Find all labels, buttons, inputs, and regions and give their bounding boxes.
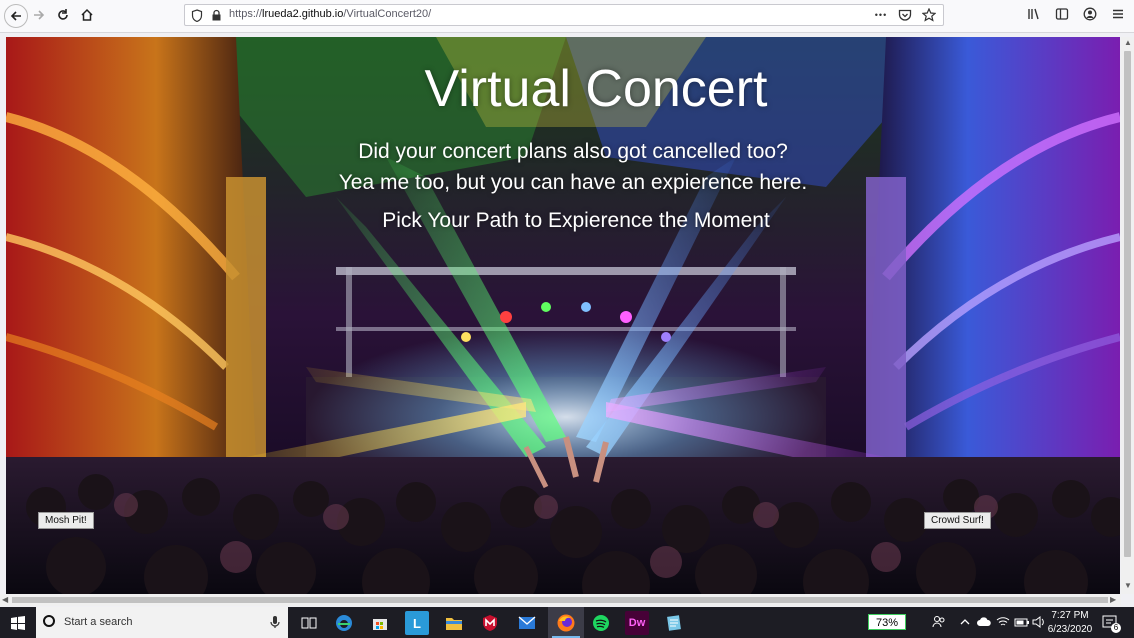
file-explorer-icon[interactable] [442,611,466,635]
page-content: Virtual Concert Did your concert plans a… [6,37,1120,594]
menu-icon[interactable] [1110,6,1126,22]
url-host: lrueda2.github.io [262,8,344,20]
url-path: /VirtualConcert20/ [343,8,432,20]
subtitle-line-1: Did your concert plans also got cancelle… [358,140,788,163]
sidebar-icon[interactable] [1054,6,1070,22]
forward-arrow-icon [34,10,45,20]
lock-icon[interactable] [211,9,222,22]
crowd-surf-button[interactable]: Crowd Surf! [924,512,991,529]
reload-icon [58,9,68,20]
clock-time[interactable]: 7:27 PM [1048,610,1092,621]
mcafee-icon[interactable] [478,611,502,635]
battery-indicator[interactable]: 73% [868,614,906,630]
task-view-icon[interactable] [297,611,321,635]
lexicon-app-icon[interactable]: L [405,611,429,635]
cloud-icon[interactable] [976,616,992,628]
shield-icon[interactable] [191,9,203,22]
back-arrow-icon [10,11,21,21]
notification-count: 6 [1111,623,1121,633]
vertical-scrollbar[interactable]: ▲ ▼ [1121,37,1134,594]
volume-icon[interactable] [1032,615,1046,629]
firefox-icon[interactable] [554,611,578,635]
account-icon[interactable] [1082,6,1098,22]
home-button[interactable] [76,4,98,26]
mosh-pit-button[interactable]: Mosh Pit! [38,512,94,529]
more-icon: ••• [874,10,888,20]
taskbar-search-box[interactable]: Start a search [36,607,288,638]
pocket-icon[interactable] [897,7,913,23]
clock-date[interactable]: 6/23/2020 [1046,624,1094,635]
scroll-left-icon[interactable]: ◀ [2,595,8,604]
horizontal-scroll-thumb[interactable] [12,597,1108,603]
page-title: Virtual Concert [424,60,768,118]
action-center-button[interactable]: 6 [1102,615,1121,636]
wifi-icon[interactable] [996,616,1010,628]
bookmark-star-icon[interactable] [921,7,937,23]
windows-taskbar: Start a search L Dw 73% 7:27 PM 6/23/202… [0,607,1134,638]
spotify-icon[interactable] [589,611,613,635]
home-icon [81,8,93,21]
chevron-up-icon[interactable] [960,618,970,626]
reload-button[interactable] [52,4,74,26]
subtitle-line-3: Pick Your Path to Expierence the Moment [382,209,770,232]
url-text[interactable]: https://lrueda2.github.io/VirtualConcert… [229,8,431,20]
url-prefix: https:// [229,8,263,20]
edge-icon[interactable] [332,611,356,635]
battery-tray-icon[interactable] [1014,616,1030,628]
scroll-right-icon[interactable]: ▶ [1110,595,1116,604]
horizontal-scrollbar[interactable]: ◀ ▶ [0,594,1121,606]
scroll-up-icon[interactable]: ▲ [1124,38,1132,47]
concert-background-image [6,37,1120,594]
start-button[interactable] [0,607,36,638]
search-placeholder: Start a search [64,616,133,628]
search-icon [43,615,55,627]
subtitle-line-2: Yea me too, but you can have an expieren… [338,171,808,194]
forward-button[interactable] [28,4,50,26]
people-icon[interactable] [932,615,946,629]
dreamweaver-icon[interactable]: Dw [625,611,649,635]
microphone-icon[interactable] [270,615,280,629]
store-icon[interactable] [368,611,392,635]
mail-icon[interactable] [515,611,539,635]
windows-logo-icon [11,615,25,630]
address-bar[interactable]: https://lrueda2.github.io/VirtualConcert… [184,4,944,26]
scroll-down-icon[interactable]: ▼ [1124,581,1132,590]
browser-toolbar: https://lrueda2.github.io/VirtualConcert… [0,0,1134,33]
notepad-icon[interactable] [662,611,686,635]
library-icon[interactable] [1026,6,1042,22]
page-actions-button[interactable]: ••• [873,7,889,23]
back-button[interactable] [4,4,28,28]
vertical-scroll-thumb[interactable] [1124,51,1131,557]
